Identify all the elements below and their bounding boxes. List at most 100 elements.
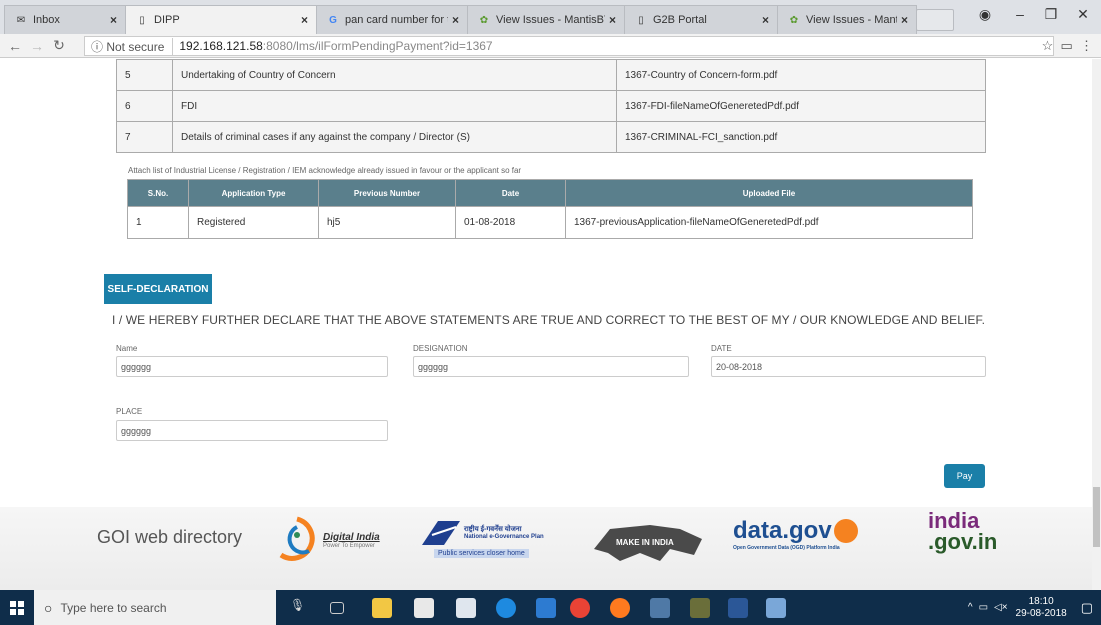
- microphone-icon[interactable]: 🎙: [290, 598, 305, 618]
- clock-date: 29-08-2018: [1015, 607, 1067, 619]
- action-center-icon[interactable]: ▢: [1081, 600, 1093, 616]
- word-icon[interactable]: [728, 598, 748, 618]
- page-icon: ▯: [638, 14, 644, 26]
- name-field[interactable]: [116, 356, 388, 377]
- extension-icon[interactable]: ▭: [1060, 38, 1072, 53]
- security-indicator[interactable]: ⓘ Not secure: [91, 37, 174, 55]
- data-gov-tagline: Open Government Data (OGD) Platform Indi…: [733, 545, 840, 551]
- make-in-india-label: MAKE IN INDIA: [616, 538, 674, 547]
- tab-google[interactable]: G pan card number for te ×: [316, 5, 468, 34]
- close-icon[interactable]: ×: [762, 13, 769, 27]
- place-label: PLACE: [116, 407, 143, 416]
- postgres-icon[interactable]: [650, 598, 670, 618]
- snipping-tool-icon[interactable]: [766, 598, 786, 618]
- network-icon[interactable]: ▭: [979, 602, 988, 613]
- edge-icon[interactable]: [496, 598, 516, 618]
- document-name-cell: Undertaking of Country of Concern: [172, 59, 617, 91]
- close-icon[interactable]: ×: [609, 13, 616, 27]
- column-header: Previous Number: [318, 179, 456, 207]
- tab-inbox[interactable]: ✉ Inbox ×: [4, 5, 126, 34]
- start-button[interactable]: [0, 590, 34, 625]
- documents-table: 5 Undertaking of Country of Concern 1367…: [116, 59, 986, 153]
- restore-icon[interactable]: ❐: [1036, 6, 1066, 23]
- tab-label: pan card number for te: [345, 14, 448, 26]
- file-link[interactable]: 1367-Country of Concern-form.pdf: [616, 59, 986, 91]
- tab-g2b[interactable]: ▯ G2B Portal ×: [624, 5, 778, 34]
- name-label: Name: [116, 344, 138, 353]
- volume-icon[interactable]: ◁×: [994, 602, 1008, 613]
- bookmark-star-icon[interactable]: ☆: [1042, 38, 1054, 53]
- new-tab-button[interactable]: [916, 9, 954, 31]
- back-icon[interactable]: ←: [4, 38, 26, 54]
- close-window-icon[interactable]: ✕: [1068, 6, 1098, 23]
- windows-taskbar: ○ Type here to search 🎙 ^ ▭ ◁× 18:10 29-…: [0, 590, 1101, 625]
- application-type-cell: Registered: [188, 206, 319, 239]
- previous-applications-table: S.No. Application Type Previous Number D…: [127, 179, 973, 239]
- reload-icon[interactable]: ↻: [48, 37, 70, 54]
- show-hidden-icons[interactable]: ^: [968, 602, 973, 613]
- goi-web-directory-logo[interactable]: GOI web directory: [97, 527, 242, 548]
- address-bar-actions: ☆ ▭ ⋮: [1042, 38, 1093, 54]
- close-icon[interactable]: ×: [901, 13, 908, 27]
- firefox-icon[interactable]: [610, 598, 630, 618]
- file-link[interactable]: 1367-CRIMINAL-FCI_sanction.pdf: [616, 121, 986, 153]
- media-icon[interactable]: [536, 598, 556, 618]
- pay-button[interactable]: Pay: [944, 464, 985, 488]
- previous-number-cell: hj5: [318, 206, 456, 239]
- url-input[interactable]: ⓘ Not secure 192.168.121.58 :8080/lms/il…: [84, 36, 1054, 56]
- tab-label: G2B Portal: [653, 14, 707, 26]
- footer-logos: GOI web directory Digital India Power To…: [0, 507, 1092, 590]
- sno-cell: 5: [116, 59, 173, 91]
- close-icon[interactable]: ×: [301, 13, 308, 27]
- table-row: 6 FDI 1367-FDI-fileNameOfGeneretedPdf.pd…: [116, 90, 986, 122]
- negp-emblem-icon: [422, 521, 460, 545]
- minimize-icon[interactable]: –: [1005, 6, 1035, 22]
- sno-cell: 6: [116, 90, 173, 122]
- digital-india-logo[interactable]: Digital India Power To Empower: [275, 515, 380, 565]
- url-host: 192.168.121.58: [179, 39, 263, 53]
- close-icon[interactable]: ×: [452, 13, 459, 27]
- tab-label: Inbox: [33, 14, 60, 26]
- place-field[interactable]: [116, 420, 388, 441]
- mail-app-icon[interactable]: [456, 598, 476, 618]
- tab-mantis-1[interactable]: ✿ View Issues - MantisBT ×: [467, 5, 625, 34]
- store-icon[interactable]: [414, 598, 434, 618]
- close-icon[interactable]: ×: [110, 13, 117, 27]
- profile-icon[interactable]: ◉: [970, 6, 1000, 23]
- tab-mantis-2[interactable]: ✿ View Issues - MantisBT ×: [777, 5, 917, 34]
- table-row: 1 Registered hj5 01-08-2018 1367-previou…: [127, 206, 973, 239]
- table-row: 7 Details of criminal cases if any again…: [116, 121, 986, 153]
- file-link[interactable]: 1367-FDI-fileNameOfGeneretedPdf.pdf: [616, 90, 986, 122]
- sno-cell: 1: [127, 206, 189, 239]
- mantis-icon: ✿: [479, 14, 489, 26]
- system-tray: ^ ▭ ◁× 18:10 29-08-2018 ▢: [968, 590, 1101, 625]
- forward-icon[interactable]: →: [26, 38, 48, 54]
- india-gov-logo[interactable]: india .gov.in: [928, 510, 997, 553]
- digital-india-emblem-icon: [279, 516, 315, 561]
- file-link[interactable]: 1367-previousApplication-fileNameOfGener…: [565, 206, 973, 239]
- date-field[interactable]: [711, 356, 986, 377]
- chrome-icon[interactable]: [570, 598, 590, 618]
- make-in-india-logo[interactable]: MAKE IN INDIA: [590, 519, 710, 563]
- taskbar-search-input[interactable]: ○ Type here to search: [34, 590, 276, 625]
- tab-label: View Issues - MantisBT: [496, 14, 605, 26]
- digital-india-tagline: Power To Empower: [323, 542, 375, 549]
- task-view-icon[interactable]: [330, 602, 344, 614]
- tab-label: DIPP: [154, 14, 180, 26]
- address-bar: ← → ↻ ⓘ Not secure 192.168.121.58 :8080/…: [0, 34, 1101, 58]
- menu-icon[interactable]: ⋮: [1080, 38, 1093, 53]
- negp-hindi-label: राष्ट्रीय ई-गवर्नेंस योजना: [464, 525, 522, 533]
- designation-field[interactable]: [413, 356, 689, 377]
- page-scrollbar[interactable]: [1092, 59, 1101, 590]
- scrollbar-thumb[interactable]: [1093, 487, 1100, 547]
- data-gov-logo[interactable]: data.gov Open Government Data (OGD) Plat…: [733, 517, 858, 551]
- column-header: Application Type: [188, 179, 319, 207]
- app-icon[interactable]: [690, 598, 710, 618]
- tab-dipp[interactable]: ▯ DIPP ×: [125, 5, 317, 34]
- info-icon: ⓘ: [91, 39, 107, 54]
- negp-logo[interactable]: राष्ट्रीय ई-गवर्नेंस योजना National e-Go…: [420, 517, 544, 558]
- column-header: Uploaded File: [565, 179, 973, 207]
- attach-list-label: Attach list of Industrial License / Regi…: [128, 166, 522, 175]
- file-explorer-icon[interactable]: [372, 598, 392, 618]
- mail-icon: ✉: [16, 14, 26, 26]
